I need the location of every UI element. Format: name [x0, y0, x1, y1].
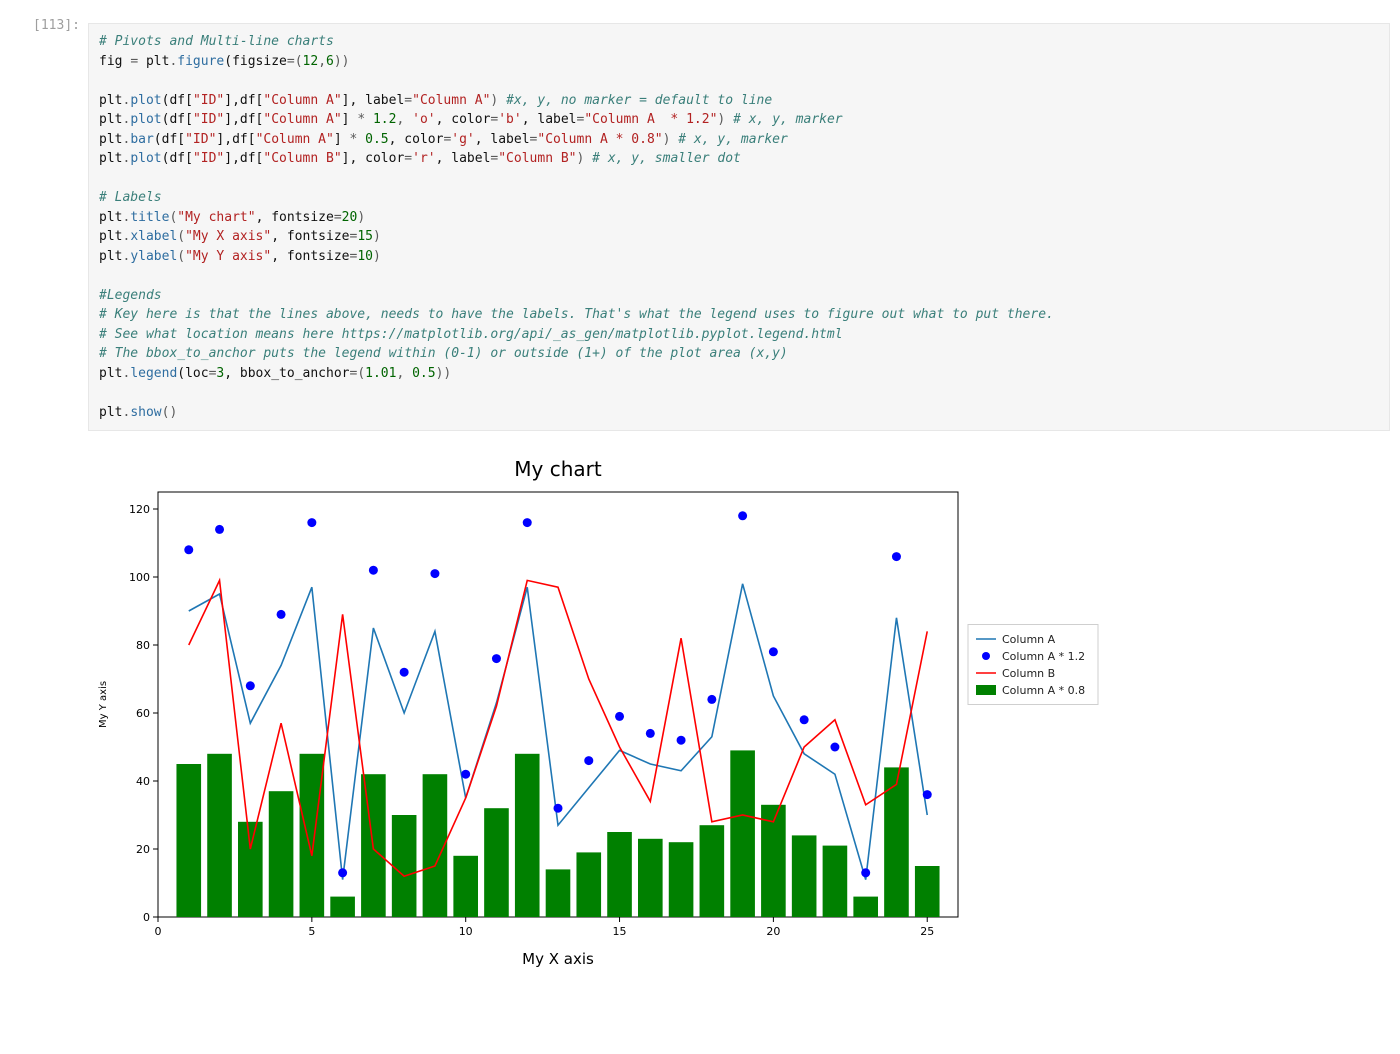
- line-series: [189, 584, 927, 880]
- scatter-point: [430, 569, 439, 578]
- bar: [638, 839, 663, 917]
- svg-text:0: 0: [143, 911, 150, 924]
- bar: [484, 808, 509, 917]
- scatter-point: [400, 668, 409, 677]
- bar: [453, 856, 478, 917]
- scatter-point: [646, 729, 655, 738]
- bar: [853, 897, 878, 917]
- bar: [915, 866, 940, 917]
- scatter-point: [615, 712, 624, 721]
- bar: [392, 815, 417, 917]
- svg-text:10: 10: [459, 925, 473, 938]
- legend-label: Column A: [1002, 633, 1056, 646]
- svg-text:120: 120: [129, 503, 150, 516]
- bar: [823, 846, 848, 917]
- bar: [515, 754, 540, 917]
- scatter-point: [769, 647, 778, 656]
- scatter-point: [492, 654, 501, 663]
- scatter-point: [277, 610, 286, 619]
- scatter-point: [677, 736, 686, 745]
- scatter-point: [307, 518, 316, 527]
- line-series: [189, 580, 927, 876]
- legend: Column A Column A * 1.2 Column B Column A *…: [968, 625, 1098, 705]
- scatter-point: [892, 552, 901, 561]
- bar: [669, 842, 694, 917]
- bar: [576, 852, 601, 917]
- bar: [700, 825, 725, 917]
- bar: [330, 897, 355, 917]
- scatter-point: [523, 518, 532, 527]
- scatter-point: [184, 545, 193, 554]
- scatter-point: [923, 790, 932, 799]
- bar: [207, 754, 232, 917]
- scatter-point: [215, 525, 224, 534]
- scatter-point: [800, 715, 809, 724]
- svg-text:20: 20: [136, 843, 150, 856]
- svg-text:5: 5: [308, 925, 315, 938]
- scatter-point: [246, 681, 255, 690]
- bar: [269, 791, 294, 917]
- bar: [607, 832, 632, 917]
- scatter-point: [584, 756, 593, 765]
- svg-text:0: 0: [155, 925, 162, 938]
- svg-text:40: 40: [136, 775, 150, 788]
- scatter-point: [369, 566, 378, 575]
- bar: [300, 754, 325, 917]
- bar: [546, 869, 571, 917]
- cell-prompt: [113]:: [10, 10, 88, 33]
- scatter-point: [707, 695, 716, 704]
- scatter-point: [830, 743, 839, 752]
- legend-label: Column B: [1002, 667, 1055, 680]
- scatter-point: [861, 868, 870, 877]
- x-axis-label: My X axis: [522, 950, 594, 968]
- chart-title: My chart: [514, 457, 602, 481]
- bar: [730, 750, 755, 917]
- svg-text:80: 80: [136, 639, 150, 652]
- legend-label: Column A * 1.2: [1002, 650, 1085, 663]
- scatter-point: [461, 770, 470, 779]
- svg-text:100: 100: [129, 571, 150, 584]
- notebook-cell: [113]: # Pivots and Multi-line charts fi…: [10, 10, 1390, 444]
- svg-text:15: 15: [613, 925, 627, 938]
- scatter-point: [338, 868, 347, 877]
- scatter-point: [554, 804, 563, 813]
- svg-text:20: 20: [766, 925, 780, 938]
- svg-text:25: 25: [920, 925, 934, 938]
- cell-output: My chart My X axis My Y axis 0 5 10 15 20 25 0 20 4…: [88, 452, 1390, 976]
- bar: [238, 822, 263, 917]
- code-input[interactable]: # Pivots and Multi-line charts fig = plt…: [88, 23, 1390, 431]
- bar: [792, 835, 817, 917]
- svg-text:60: 60: [136, 707, 150, 720]
- chart-figure: My chart My X axis My Y axis 0 5 10 15 20 25 0 20 4…: [88, 452, 1128, 972]
- bar: [176, 764, 201, 917]
- scatter-point: [738, 511, 747, 520]
- y-axis-label: My Y axis: [98, 681, 109, 728]
- legend-label: Column A * 0.8: [1002, 684, 1085, 697]
